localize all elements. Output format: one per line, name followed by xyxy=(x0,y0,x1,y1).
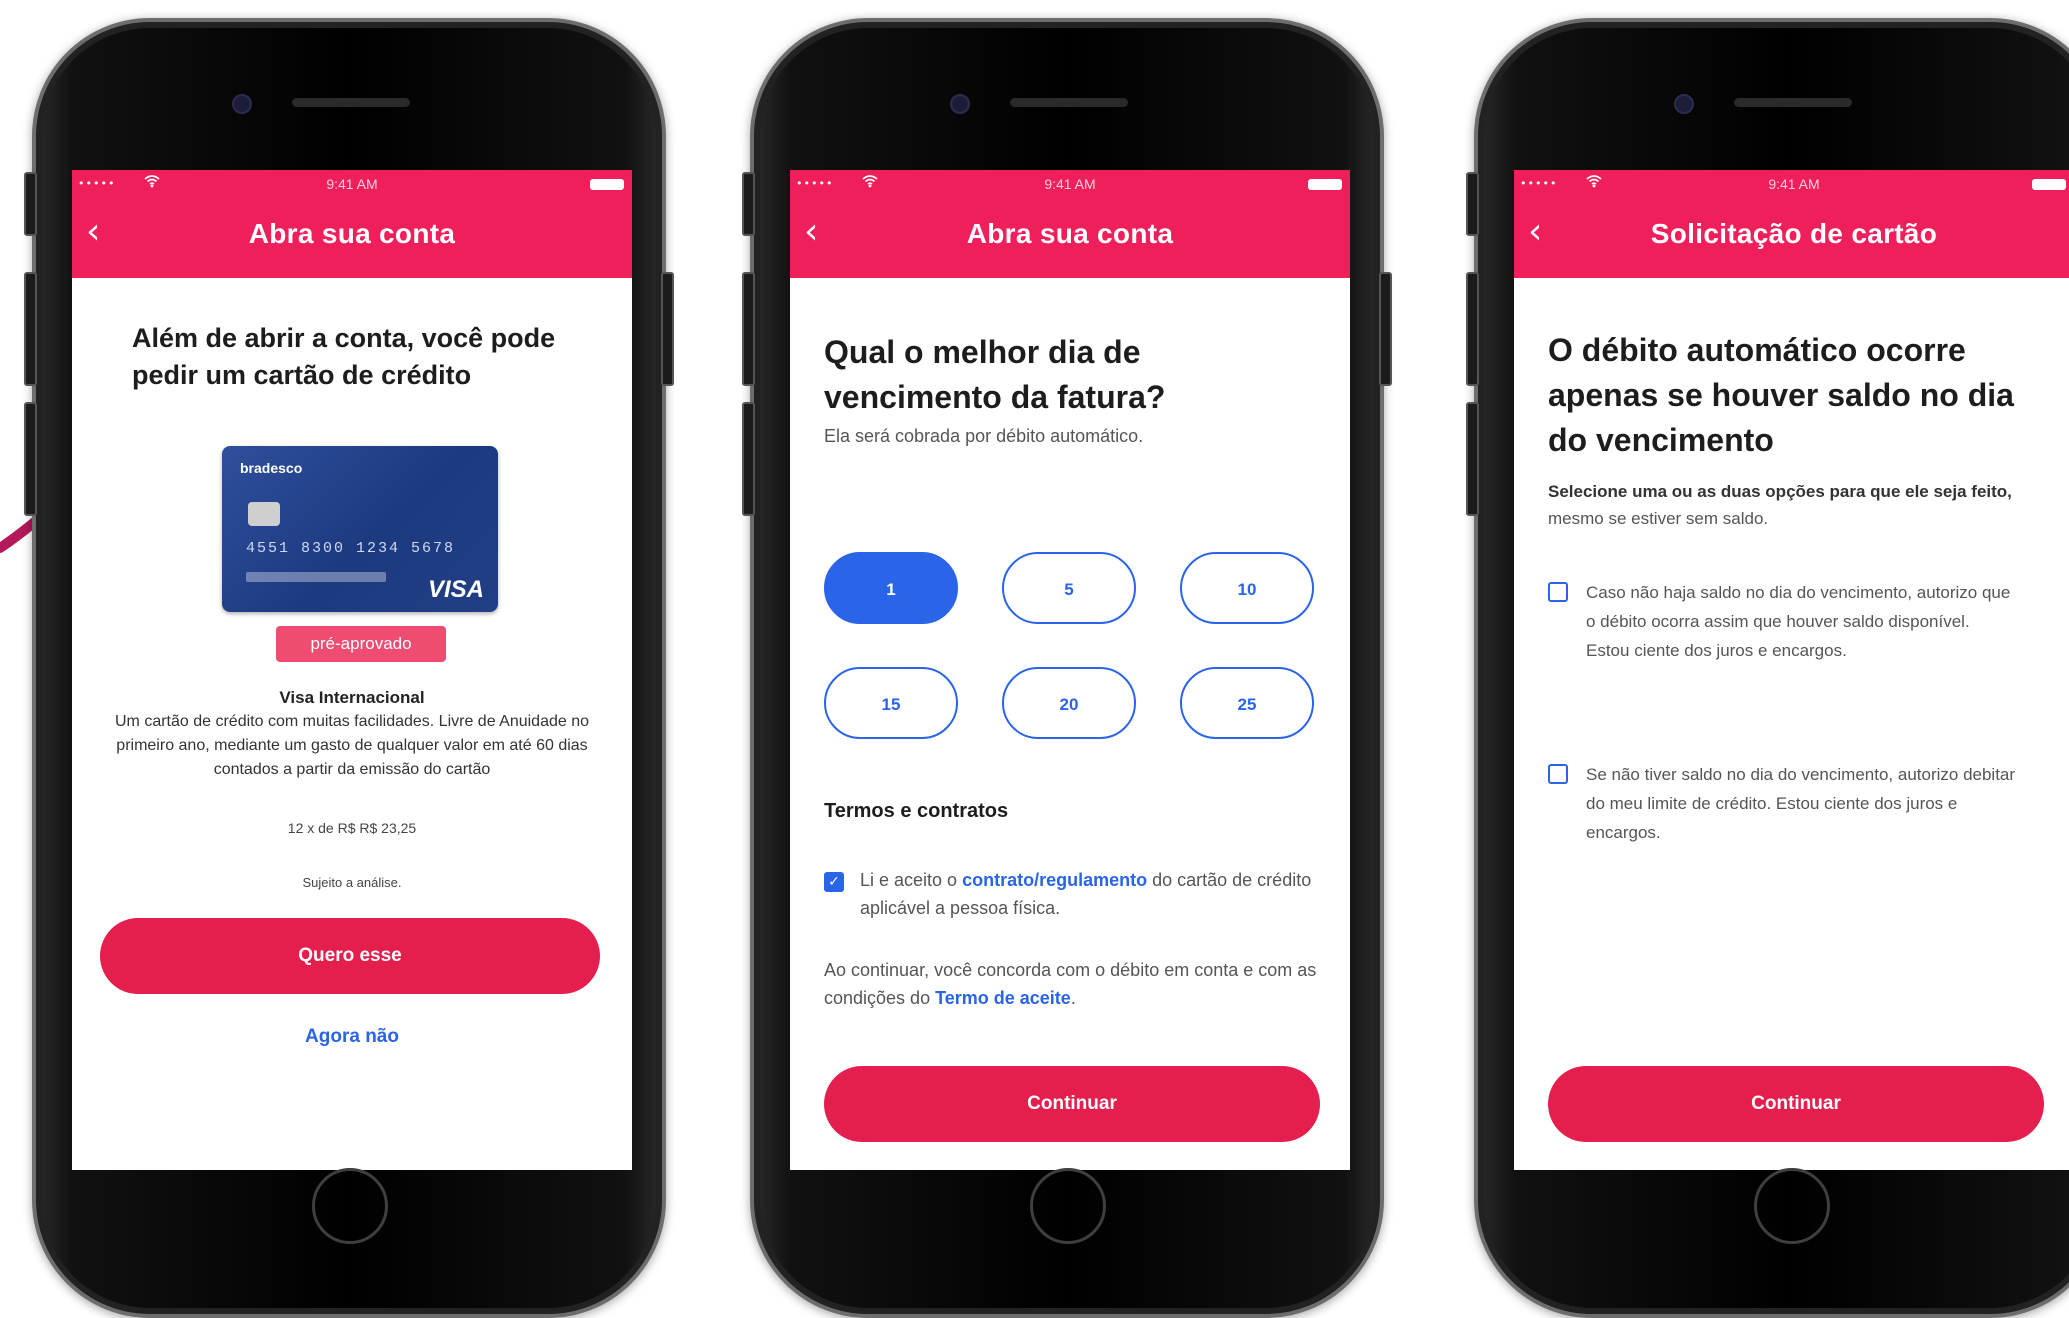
status-bar: ••••• 9:41 AM xyxy=(790,170,1350,198)
option-debit-when-balance-label: Caso não haja saldo no dia do vencimento… xyxy=(1586,583,2011,660)
header-title: Abra sua conta xyxy=(966,218,1174,249)
card-name: Visa Internacional xyxy=(279,688,425,707)
continue-button[interactable]: Continuar xyxy=(824,1066,1320,1142)
phone-mockup-2: ••••• 9:41 AM ‹ Abra sua conta Qual o me… xyxy=(742,18,1392,1318)
mute-switch xyxy=(24,172,37,236)
accept-terms-checkbox[interactable]: ✓ xyxy=(824,872,844,892)
status-time: 9:41 AM xyxy=(326,176,378,192)
mute-switch xyxy=(1466,172,1479,236)
home-button xyxy=(1030,1168,1106,1244)
app-header: ••••• 9:41 AM ‹ Solicitação de cartão xyxy=(1514,170,2069,278)
day-option-5[interactable]: 5 xyxy=(1002,552,1136,624)
screen-content: Além de abrir a conta, você pode pedir u… xyxy=(72,278,632,1170)
contract-link[interactable]: contrato/regulamento xyxy=(962,870,1147,890)
page-title: Qual o melhor dia de vencimento da fatur… xyxy=(824,334,1166,415)
screen-content: O débito automático ocorre apenas se hou… xyxy=(1514,278,2069,1170)
day-option-20[interactable]: 20 xyxy=(1002,667,1136,739)
earpiece-speaker xyxy=(1010,98,1128,107)
pre-approved-badge: pré-aprovado xyxy=(276,626,446,662)
card-chip-icon xyxy=(248,502,280,526)
status-time: 9:41 AM xyxy=(1768,176,1820,192)
visa-logo: VISA xyxy=(427,576,484,603)
power-button xyxy=(1379,272,1392,386)
volume-up-button xyxy=(1466,272,1479,386)
want-this-button[interactable]: Quero esse xyxy=(100,918,600,994)
note-suffix: . xyxy=(1070,988,1076,1008)
accept-terms-label: Li e aceito o contrato/regulamento do ca… xyxy=(860,866,1320,922)
status-bar: ••••• 9:41 AM xyxy=(72,170,632,198)
app-header: ••••• 9:41 AM ‹ Abra sua conta xyxy=(790,170,1350,278)
battery-icon xyxy=(590,179,624,190)
volume-up-button xyxy=(24,272,37,386)
earpiece-speaker xyxy=(1734,98,1852,107)
page-title: O débito automático ocorre apenas se hou… xyxy=(1548,332,2014,458)
card-brand-logo: bradesco xyxy=(240,460,303,476)
status-bar: ••••• 9:41 AM xyxy=(1514,170,2069,198)
app-screen-offer: ••••• 9:41 AM ‹ Abra sua conta Além de a… xyxy=(72,170,632,1170)
header-title: Abra sua conta xyxy=(248,218,456,249)
power-button xyxy=(661,272,674,386)
not-now-link[interactable]: Agora não xyxy=(72,1026,632,1048)
front-camera xyxy=(232,94,252,114)
page-title: Além de abrir a conta, você pode pedir u… xyxy=(132,323,556,390)
app-screen-auto-debit: ••••• 9:41 AM ‹ Solicitação de cartão O … xyxy=(1514,170,2069,1170)
page-subtitle: Selecione uma ou as duas opções para que… xyxy=(1548,478,2048,532)
option-debit-credit-limit-checkbox[interactable] xyxy=(1548,764,1568,784)
phone-mockup-3: ••••• 9:41 AM ‹ Solicitação de cartão O … xyxy=(1466,18,2069,1318)
front-camera xyxy=(1674,94,1694,114)
front-camera xyxy=(950,94,970,114)
volume-up-button xyxy=(742,272,755,386)
subject-to-analysis: Sujeito a análise. xyxy=(302,875,402,890)
credit-card-image: bradesco 4551 8300 1234 5678 VISA xyxy=(222,446,498,612)
card-price: 12 x de R$ R$ 23,25 xyxy=(287,820,417,836)
continue-button[interactable]: Continuar xyxy=(1548,1066,2044,1142)
day-option-1[interactable]: 1 xyxy=(824,552,958,624)
home-button xyxy=(1754,1168,1830,1244)
day-option-25[interactable]: 25 xyxy=(1180,667,1314,739)
battery-icon xyxy=(1308,179,1342,190)
home-button xyxy=(312,1168,388,1244)
volume-down-button xyxy=(24,402,37,516)
earpiece-speaker xyxy=(292,98,410,107)
option-debit-when-balance-checkbox[interactable] xyxy=(1548,582,1568,602)
card-number: 4551 8300 1234 5678 xyxy=(246,540,456,557)
app-header: ••••• 9:41 AM ‹ Abra sua conta xyxy=(72,170,632,278)
battery-icon xyxy=(2032,179,2066,190)
status-time: 9:41 AM xyxy=(1044,176,1096,192)
phone-mockup-1: ••••• 9:41 AM ‹ Abra sua conta Além de a… xyxy=(24,18,674,1318)
acceptance-term-link[interactable]: Termo de aceite xyxy=(935,988,1071,1008)
volume-down-button xyxy=(1466,402,1479,516)
consent-note: Ao continuar, você concorda com o débito… xyxy=(824,956,1324,1012)
page-subtitle: Ela será cobrada por débito automático. xyxy=(824,426,1144,446)
terms-prefix: Li e aceito o xyxy=(860,870,963,890)
day-option-15[interactable]: 15 xyxy=(824,667,958,739)
app-screen-due-date: ••••• 9:41 AM ‹ Abra sua conta Qual o me… xyxy=(790,170,1350,1170)
option-debit-credit-limit-label: Se não tiver saldo no dia do vencimento,… xyxy=(1586,765,2016,842)
volume-down-button xyxy=(742,402,755,516)
header-title: Solicitação de cartão xyxy=(1650,218,1938,249)
mute-switch xyxy=(742,172,755,236)
card-description: Um cartão de crédito com muitas facilida… xyxy=(114,713,590,778)
card-holder-placeholder xyxy=(246,572,386,582)
screen-content: Qual o melhor dia de vencimento da fatur… xyxy=(790,278,1350,1170)
subtitle-rest: mesmo se estiver sem saldo. xyxy=(1548,509,1769,528)
terms-section-title: Termos e contratos xyxy=(824,800,1009,822)
day-option-10[interactable]: 10 xyxy=(1180,552,1314,624)
subtitle-bold: Selecione uma ou as duas opções para que… xyxy=(1548,482,2012,501)
